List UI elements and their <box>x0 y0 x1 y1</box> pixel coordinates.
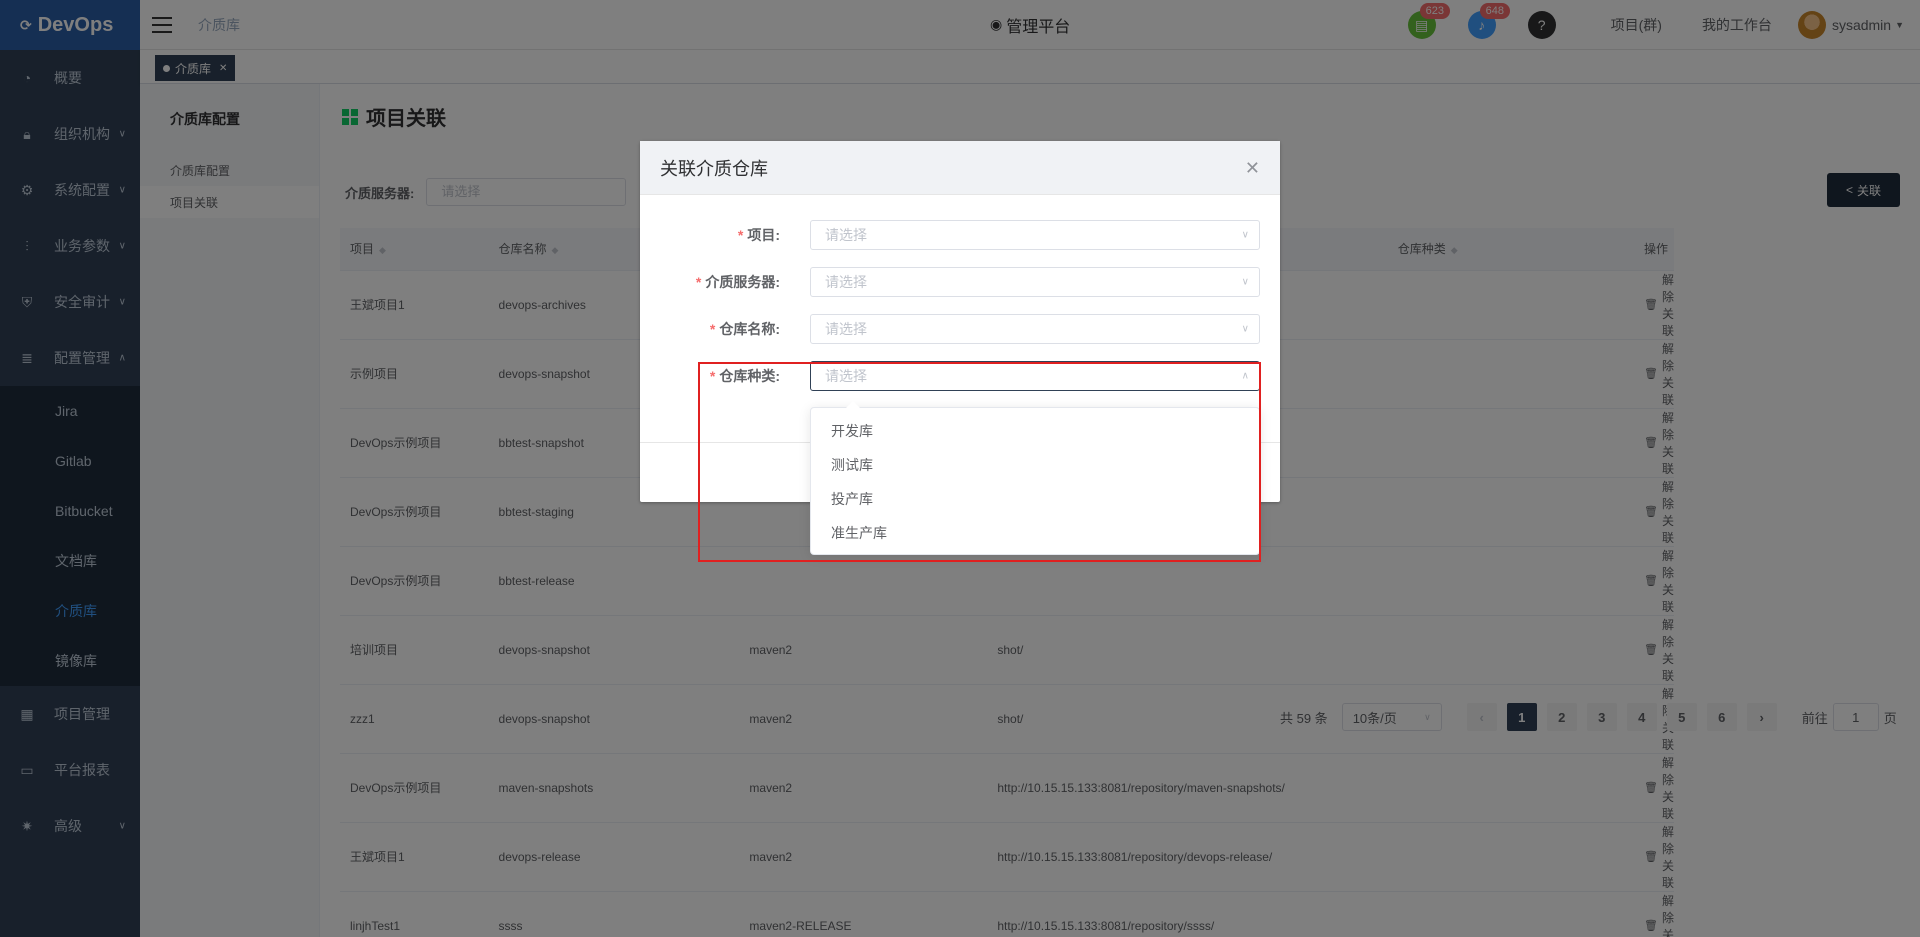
close-icon[interactable]: ✕ <box>1245 158 1260 179</box>
form-row-server: * 介质服务器: 请选择 ∨ <box>640 267 1280 297</box>
option-test-repo[interactable]: 测试库 <box>811 448 1259 482</box>
dialog-header: 关联介质仓库 ✕ <box>640 141 1280 195</box>
chevron-down-icon: ∨ <box>1241 229 1249 241</box>
repo-name-select[interactable]: 请选择 ∨ <box>810 314 1260 344</box>
option-dev-repo[interactable]: 开发库 <box>811 414 1259 448</box>
chevron-down-icon: ∨ <box>1241 276 1249 288</box>
chevron-down-icon: ∨ <box>1241 323 1249 335</box>
form-label: * 仓库种类: <box>709 368 780 384</box>
repo-type-dropdown: 开发库 测试库 投产库 准生产库 <box>810 401 1260 555</box>
option-prod-repo[interactable]: 投产库 <box>811 482 1259 516</box>
form-row-repo-type: * 仓库种类: 请选择 ∧ <box>640 361 1280 391</box>
form-label: * 项目: <box>737 227 780 243</box>
chevron-up-icon: ∧ <box>1241 370 1249 382</box>
artifact-server-select[interactable]: 请选择 ∨ <box>810 267 1260 297</box>
dialog-title: 关联介质仓库 <box>660 158 768 179</box>
form-label: * 仓库名称: <box>709 321 780 337</box>
project-select[interactable]: 请选择 ∨ <box>810 220 1260 250</box>
option-preprod-repo[interactable]: 准生产库 <box>811 516 1259 550</box>
repo-type-select[interactable]: 请选择 ∧ <box>810 361 1260 391</box>
form-row-project: * 项目: 请选择 ∨ <box>640 220 1280 250</box>
form-row-repo-name: * 仓库名称: 请选择 ∨ <box>640 314 1280 344</box>
form-label: * 介质服务器: <box>695 274 780 290</box>
